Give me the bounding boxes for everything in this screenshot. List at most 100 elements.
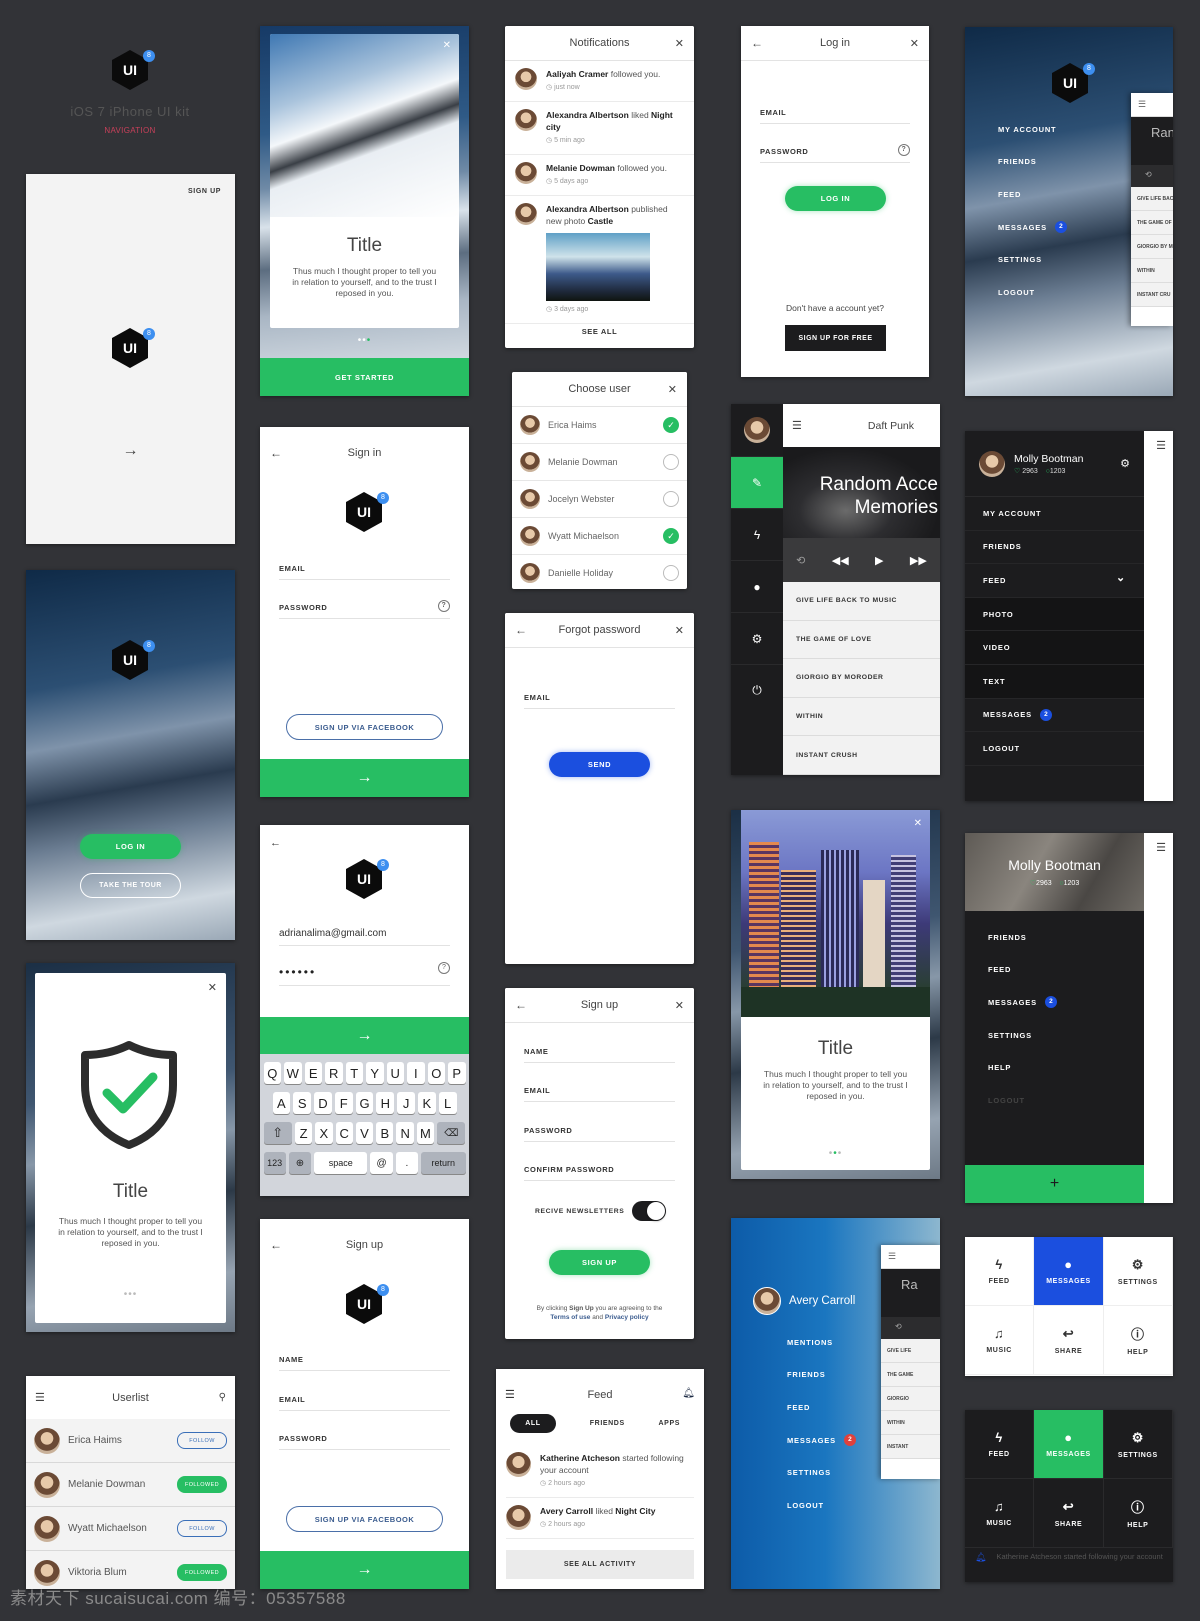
back-arrow-icon[interactable]: ← [270,837,281,849]
backspace-key[interactable]: ⌫ [437,1122,466,1144]
user-row[interactable]: Wyatt Michaelson FOLLOW [26,1507,235,1551]
user-row[interactable]: Melanie Dowman FOLLOWED [26,1463,235,1507]
user-option[interactable]: Jocelyn Webster ✓ [512,481,687,518]
menu-item[interactable]: MESSAGES2⌄ [965,699,1144,733]
check-circle-icon[interactable]: ✓ [663,491,679,507]
grid-item-share[interactable]: ↩ SHARE [1034,1306,1104,1375]
menu-item[interactable]: LOGOUT⌄ [965,732,1144,766]
password-input[interactable]: ••••••? [279,962,450,986]
menu-item[interactable]: MY ACCOUNT⌄ [965,497,1144,531]
grid-item-settings[interactable]: ⚙ SETTINGS [1103,1237,1173,1306]
menu-item[interactable]: FRIENDS⌄ [965,531,1144,565]
key[interactable]: V [355,1122,374,1144]
gear-icon[interactable]: ⚙ [1120,457,1130,470]
key[interactable]: S [293,1092,312,1114]
key[interactable]: J [397,1092,415,1114]
see-all-activity-button[interactable]: SEE ALL ACTIVITY [506,1550,694,1579]
password-field[interactable]: PASSWORD [279,1434,450,1450]
key[interactable]: L [438,1092,457,1114]
see-all-button[interactable]: SEE ALL [505,315,694,348]
password-field[interactable]: PASSWORD? [279,600,450,619]
search-icon[interactable]: ⚲ [219,1392,226,1403]
key[interactable]: U [386,1062,404,1084]
play-icon[interactable]: ▶ [875,554,883,567]
close-icon[interactable]: ✕ [910,37,919,50]
menu-item[interactable]: FEED [965,954,1144,987]
menu-item[interactable]: SETTINGS [998,243,1067,276]
user-row[interactable]: Erica Haims FOLLOW [26,1419,235,1463]
fast-forward-icon[interactable]: ▶▶ [910,554,927,567]
terms-link[interactable]: Terms of use [550,1314,590,1321]
key[interactable]: D [314,1092,332,1114]
help-icon[interactable]: ? [438,600,450,612]
get-started-button[interactable]: GET STARTED [260,358,469,396]
menu-item[interactable]: FEED [998,178,1067,211]
user-option[interactable]: Wyatt Michaelson ✓ [512,518,687,555]
email-field[interactable]: EMAIL [760,108,910,124]
gear-icon[interactable]: ⚙ [731,613,783,665]
take-tour-button[interactable]: TAKE THE TOUR [80,873,181,898]
menu-icon[interactable]: ☰ [505,1388,515,1401]
grid-item-help[interactable]: ⓘ HELP [1103,1306,1173,1375]
menu-item[interactable]: MESSAGES 2 [998,211,1067,244]
key[interactable]: B [376,1122,394,1144]
peek-panel[interactable]: ☰ Ran ⟲ GIVE LIFE BAC THE GAME OF GIORGIO … [1131,93,1173,326]
chat-icon[interactable]: ● [731,561,783,613]
track-item[interactable]: WITHIN [783,697,940,737]
grid-item-music[interactable]: ♫ MUSIC [965,1479,1035,1548]
sign-up-free-button[interactable]: SIGN UP FOR FREE [785,325,886,351]
back-arrow-icon[interactable]: ← [515,623,527,637]
menu-icon[interactable]: ☰ [792,419,802,432]
return-key[interactable]: return [420,1152,466,1174]
check-circle-icon[interactable]: ✓ [663,417,679,433]
feed-item[interactable]: Avery Carroll liked Night City ◷ 2 hours… [506,1498,694,1539]
peek-panel[interactable]: ☰ Ra ⟲ GIVE LIFE THE GAME GIORGIO WITHIN INS… [881,1245,940,1479]
add-button[interactable]: + [965,1165,1144,1203]
user-option[interactable]: Melanie Dowman ✓ [512,444,687,481]
email-field[interactable]: EMAIL [279,1395,450,1411]
menu-item[interactable]: PHOTO⌄ [965,597,1144,632]
key[interactable]: T [345,1062,363,1084]
facebook-signup-button[interactable]: SIGN UP VIA FACEBOOK [286,714,443,740]
arrow-right-icon[interactable]: → [26,442,235,460]
menu-item[interactable]: FRIENDS [787,1359,856,1392]
grid-item-messages[interactable]: ● MESSAGES [1034,1237,1104,1306]
menu-icon[interactable]: ☰ [1156,841,1166,854]
profile-cell[interactable] [731,404,783,457]
log-in-button[interactable]: LOG IN [785,186,886,211]
tab-all[interactable]: ALL [510,1414,556,1433]
close-icon[interactable]: ✕ [668,383,677,396]
key[interactable]: K [417,1092,436,1114]
compose-icon[interactable]: ✎ [731,457,783,509]
tab-friends[interactable]: FRIENDS [590,1420,625,1427]
email-field[interactable]: EMAIL [279,564,450,580]
menu-icon[interactable]: ☰ [1156,439,1166,452]
key[interactable]: I [407,1062,425,1084]
menu-item[interactable]: LOGOUT [787,1489,856,1522]
menu-item[interactable]: SETTINGS [965,1019,1144,1052]
check-circle-icon[interactable]: ✓ [663,528,679,544]
key[interactable]: N [396,1122,414,1144]
newsletter-toggle[interactable] [632,1201,667,1221]
password-field[interactable]: PASSWORD [524,1126,675,1142]
privacy-link[interactable]: Privacy policy [605,1314,649,1321]
grid-item-messages[interactable]: ● MESSAGES [1034,1410,1104,1479]
numbers-key[interactable]: 123 [263,1152,286,1174]
follow-button[interactable]: FOLLOW [177,1520,227,1537]
key[interactable]: Q [263,1062,281,1084]
user-option[interactable]: Erica Haims ✓ [512,407,687,444]
grid-item-share[interactable]: ↩ SHARE [1034,1479,1104,1548]
grid-item-help[interactable]: ⓘ HELP [1103,1479,1173,1548]
submit-arrow-button[interactable]: → [260,1017,469,1054]
profile-cover[interactable]: Molly Bootman ♡2963 ○1203 [965,833,1144,911]
close-icon[interactable]: ✕ [675,624,684,637]
notification-item[interactable]: Melanie Dowman followed you. ◷ 5 days ag… [505,155,694,196]
send-button[interactable]: SEND [549,752,650,777]
key[interactable]: A [272,1092,291,1114]
follow-button[interactable]: FOLLOWED [177,1476,227,1493]
menu-item[interactable]: TEXT⌄ [965,664,1144,699]
close-icon[interactable]: ✕ [443,40,451,51]
lightning-icon[interactable]: ϟ [731,509,783,561]
menu-item[interactable]: FEED [787,1391,856,1424]
menu-item[interactable]: SETTINGS [787,1456,856,1489]
